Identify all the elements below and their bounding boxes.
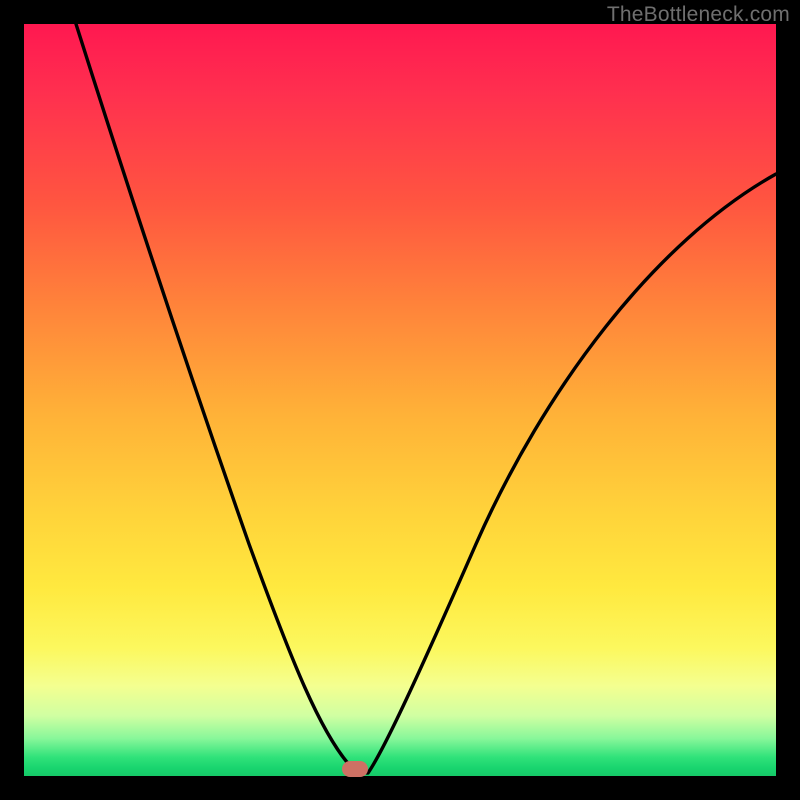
chart-frame: TheBottleneck.com [0,0,800,800]
bottleneck-curve [24,24,776,776]
minimum-marker [342,761,368,777]
watermark-text: TheBottleneck.com [607,3,790,27]
curve-path [76,24,776,773]
